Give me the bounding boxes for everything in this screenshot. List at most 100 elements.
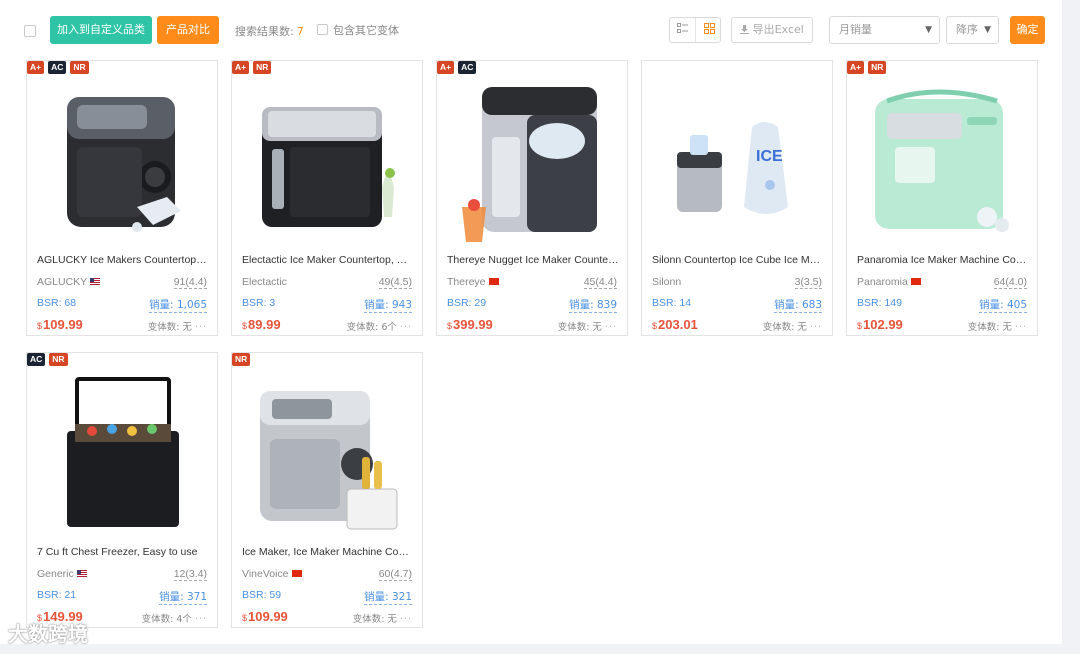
nr-badge: NR — [232, 353, 251, 366]
results-panel: 加入到自定义品类 产品对比 搜索结果数: 7 包含其它变体 导出Excel 月销量… — [0, 0, 1062, 644]
variants-label: 变体数: 4个 — [141, 614, 192, 625]
variants-label: 变体数: 无 — [967, 322, 1012, 333]
compare-button[interactable]: 产品对比 — [157, 16, 219, 44]
product-card[interactable]: A+ NR Panaromia Ice Maker Machine Counte… — [846, 60, 1038, 336]
price-value: 109.99 — [248, 609, 288, 624]
export-excel-button[interactable]: 导出Excel — [731, 17, 813, 43]
brand-name: Generic — [37, 568, 74, 580]
product-title[interactable]: Ice Maker, Ice Maker Machine Countertop — [242, 546, 414, 558]
product-rating[interactable]: 12(3.4) — [173, 568, 207, 581]
sort-field-value: 月销量 — [839, 23, 872, 36]
product-sales[interactable]: 销量: 839 — [569, 297, 617, 313]
product-image[interactable] — [242, 369, 414, 539]
brand-name: Thereye — [447, 276, 486, 288]
result-count: 搜索结果数: 7 — [235, 23, 304, 39]
nr-badge: NR — [70, 61, 89, 74]
badges: A+ NR — [847, 61, 887, 75]
product-card[interactable]: A+ AC NR AGLUCKY Ice Makers Countertop P… — [26, 60, 218, 336]
aplus-badge: A+ — [847, 61, 865, 74]
price-currency: $ — [37, 321, 43, 331]
export-label: 导出Excel — [752, 23, 804, 36]
product-card[interactable]: A+ NR Electactic Ice Maker Countertop, P… — [231, 60, 423, 336]
list-view-icon[interactable] — [670, 18, 696, 42]
product-title[interactable]: 7 Cu ft Chest Freezer, Easy to use — [37, 546, 209, 558]
include-variants-checkbox[interactable] — [317, 24, 328, 35]
ac-badge: AC — [48, 61, 67, 74]
price-currency: $ — [242, 613, 248, 623]
sort-field-select[interactable]: 月销量 ▼ — [829, 16, 940, 44]
product-sales[interactable]: 销量: 943 — [364, 297, 412, 313]
more-icon[interactable]: ··· — [195, 322, 207, 333]
more-icon[interactable]: ··· — [605, 322, 617, 333]
product-rating[interactable]: 3(3.5) — [794, 276, 822, 289]
product-bsr: BSR: 68 — [37, 297, 77, 309]
result-count-label: 搜索结果数: — [235, 25, 294, 38]
price-value: 203.01 — [658, 317, 698, 332]
product-title[interactable]: AGLUCKY Ice Makers Countertop Portable I… — [37, 254, 209, 266]
product-sales[interactable]: 销量: 321 — [364, 589, 412, 605]
grid-view-icon[interactable] — [696, 18, 722, 42]
price-value: 399.99 — [453, 317, 493, 332]
product-title[interactable]: Thereye Nugget Ice Maker Countertop — [447, 254, 619, 266]
product-rating[interactable]: 64(4.0) — [993, 276, 1027, 289]
price-currency: $ — [652, 321, 658, 331]
view-toggle — [669, 17, 721, 43]
product-sales[interactable]: 销量: 1,065 — [149, 297, 207, 313]
product-image[interactable] — [242, 77, 414, 247]
badges: AC NR — [27, 353, 68, 367]
product-title[interactable]: Electactic Ice Maker Countertop, Portabl… — [242, 254, 414, 266]
sort-order-select[interactable]: 降序 ▼ — [946, 16, 999, 44]
product-title[interactable]: Panaromia Ice Maker Machine Countertop — [857, 254, 1029, 266]
cn-flag-icon — [488, 277, 499, 285]
product-image[interactable] — [447, 77, 619, 247]
select-all-checkbox[interactable] — [24, 25, 36, 37]
product-card[interactable]: A+ AC Thereye Nugget Ice Maker Counterto… — [436, 60, 628, 336]
product-rating[interactable]: 91(4.4) — [173, 276, 207, 289]
price-value: 109.99 — [43, 317, 83, 332]
confirm-button[interactable]: 确定 — [1010, 16, 1045, 44]
product-price: $102.99 — [857, 317, 903, 332]
product-bsr: BSR: 3 — [242, 297, 276, 309]
cn-flag-icon — [910, 277, 921, 285]
more-icon[interactable]: ··· — [400, 614, 412, 625]
product-sales[interactable]: 销量: 405 — [979, 297, 1027, 313]
download-icon — [740, 25, 750, 34]
product-bsr: BSR: 14 — [652, 297, 692, 309]
product-brand: Panaromia — [857, 276, 921, 288]
product-sales[interactable]: 销量: 371 — [159, 589, 207, 605]
more-icon[interactable]: ··· — [400, 322, 412, 333]
product-bsr: BSR: 29 — [447, 297, 487, 309]
product-price: $399.99 — [447, 317, 493, 332]
more-icon[interactable]: ··· — [195, 614, 207, 625]
product-price: $203.01 — [652, 317, 698, 332]
add-to-category-button[interactable]: 加入到自定义品类 — [50, 16, 152, 44]
nr-badge: NR — [253, 61, 272, 74]
variants-label: 变体数: 无 — [557, 322, 602, 333]
product-rating[interactable]: 60(4.7) — [378, 568, 412, 581]
product-variants: 变体数: 无 ··· — [558, 319, 617, 333]
product-card[interactable]: NR Ice Maker, Ice Maker Machine Countert… — [231, 352, 423, 628]
more-icon[interactable]: ··· — [1015, 322, 1027, 333]
product-card[interactable]: AC NR 7 Cu ft Chest Freezer, Easy to use… — [26, 352, 218, 628]
product-rating[interactable]: 49(4.5) — [378, 276, 412, 289]
ac-badge: AC — [27, 353, 46, 366]
product-title[interactable]: Silonn Countertop Ice Cube Ice Maker — [652, 254, 824, 266]
badges: A+ AC — [437, 61, 477, 75]
product-image[interactable]: ICE — [652, 77, 824, 247]
product-image[interactable] — [37, 369, 209, 539]
product-card[interactable]: ICE Silonn Countertop Ice Cube Ice Maker… — [641, 60, 833, 336]
more-icon[interactable]: ··· — [810, 322, 822, 333]
product-variants: 变体数: 无 ··· — [148, 319, 207, 333]
product-image[interactable] — [37, 77, 209, 247]
product-image[interactable] — [857, 77, 1029, 247]
variants-label: 变体数: 无 — [352, 614, 397, 625]
variants-label: 变体数: 6个 — [346, 322, 397, 333]
chevron-down-icon: ▼ — [925, 25, 932, 35]
brand-name: VineVoice — [242, 568, 289, 580]
product-rating[interactable]: 45(4.4) — [583, 276, 617, 289]
product-price: $109.99 — [37, 317, 83, 332]
nr-badge: NR — [49, 353, 68, 366]
product-brand: Generic — [37, 568, 87, 580]
product-sales[interactable]: 销量: 683 — [774, 297, 822, 313]
product-brand: Silonn — [652, 276, 681, 288]
